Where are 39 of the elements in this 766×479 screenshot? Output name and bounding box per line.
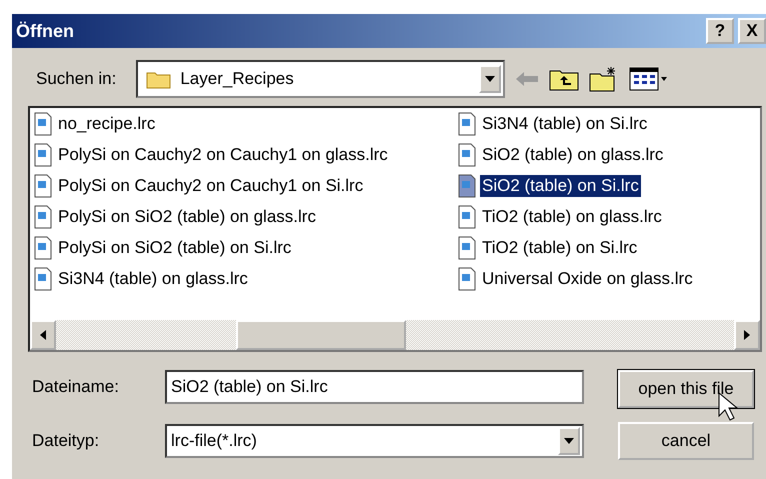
file-item[interactable]: no_recipe.lrc [34,112,454,136]
document-icon [458,236,476,260]
file-item[interactable]: PolySi on Cauchy2 on Cauchy1 on glass.lrc [34,143,454,167]
file-item[interactable]: PolySi on Cauchy2 on Cauchy1 on Si.lrc [34,174,454,198]
file-name-field[interactable]: SiO2 (table) on Si.lrc [165,370,584,404]
document-icon [34,143,52,167]
view-menu-icon[interactable] [629,67,670,91]
look-in-label: Suchen in: [36,69,116,89]
file-item[interactable]: Si3N4 (table) on glass.lrc [34,267,454,291]
file-type-dropdown[interactable]: lrc-file(*.lrc) [165,424,584,458]
document-icon [34,174,52,198]
file-type-label: Dateityp: [32,431,100,451]
close-button[interactable]: X [738,18,766,44]
cancel-button[interactable]: cancel [618,422,754,460]
file-item[interactable]: Si3N4 (table) on Si.lrc [458,112,695,136]
help-button[interactable]: ? [706,18,734,44]
look-in-dropdown[interactable]: Layer_Recipes [136,60,506,98]
file-item[interactable]: SiO2 (table) on glass.lrc [458,143,695,167]
document-icon [34,205,52,229]
open-button[interactable]: open this file [618,370,754,408]
file-item[interactable]: TiO2 (table) on Si.lrc [458,236,695,260]
document-icon [458,267,476,291]
file-item[interactable]: TiO2 (table) on glass.lrc [458,205,695,229]
document-icon [458,174,476,198]
document-icon [34,267,52,291]
document-icon [34,112,52,136]
horizontal-scrollbar[interactable] [30,320,760,350]
file-item[interactable]: Universal Oxide on glass.lrc [458,267,695,291]
document-icon [34,236,52,260]
file-item[interactable]: PolySi on SiO2 (table) on Si.lrc [34,236,454,260]
document-icon [458,143,476,167]
document-icon [458,112,476,136]
file-item[interactable]: PolySi on SiO2 (table) on glass.lrc [34,205,454,229]
scroll-left-icon[interactable] [30,320,56,350]
document-icon [458,205,476,229]
scrollbar-thumb[interactable] [236,320,406,350]
file-name-label: Dateiname: [32,377,120,397]
scroll-right-icon[interactable] [734,320,760,350]
window-title: Öffnen [16,20,74,42]
